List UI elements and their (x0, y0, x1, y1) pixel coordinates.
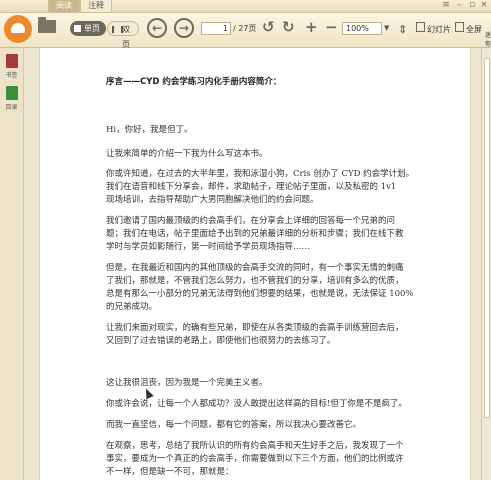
tab-annotate[interactable]: 注释 (80, 0, 112, 13)
close-icon[interactable]: × (478, 0, 490, 11)
paragraph-line: 在观察，思考，总结了我所认识的所有约会高手和天生好手之后，我发现了一个 (106, 441, 404, 451)
fit-page-icon[interactable]: ⇕ (398, 22, 407, 37)
double-page-icon (112, 26, 123, 33)
toc-icon (5, 86, 18, 100)
mini-window-button[interactable]: 迷你 (485, 30, 491, 48)
paragraph-line: 题；我们在电话，帖子里面给予出到的兄弟最详细的分析和步骤；我们在线下教 (106, 229, 404, 239)
zoom-out-icon[interactable]: − (325, 20, 338, 35)
menu-icon[interactable]: ≡ (440, 0, 452, 11)
paragraph-line: 而我一直坚信，每一个问题，都有它的答案，所以我决心要改善它。 (106, 420, 362, 430)
single-page-label: 单页 (84, 24, 100, 33)
title-bar: 阅读 注释 ≡ – ▫ × (0, 0, 491, 13)
fullscreen-icon (455, 22, 464, 32)
zoom-in-icon[interactable]: + (305, 20, 318, 35)
document-page: 序言——CYD 约会学练习内化手册内容简介： Hi，你好，我是但丁。 让我来简单… (39, 48, 471, 480)
single-page-icon (74, 25, 81, 32)
paragraph-line: 又回到了过去错误的老路上，即使他们也很努力的去练习了。 (106, 336, 336, 346)
paragraph-line: 让我来简单的介绍一下我为什么写这本书。 (106, 149, 268, 159)
sidebar: 书签 目录 (0, 48, 24, 480)
paragraph-line: 现场培训，去指导帮助广大男同胞解决他们的约会问题。 (106, 195, 319, 205)
paragraph-line: 但是，在我最近和国内的其他顶级的会高手交流的同时，有一个事实无情的刺痛 (106, 263, 404, 273)
arrow-right-icon: → (178, 21, 190, 35)
rotate-left-icon[interactable]: ↺ (262, 20, 275, 35)
paragraph-line: 学时与学员如影随行，第一时间给予学员现场指导…… (106, 242, 311, 252)
page-number-input[interactable]: 1 (201, 22, 231, 35)
scrollbar-thumb[interactable] (484, 58, 490, 418)
sidebar-item-bookmark[interactable]: 书签 (3, 54, 20, 79)
paragraph-line: 总是有那么一小部分的兄弟无法得到他们想要的结果，也就是说，无法保证 100% (106, 289, 414, 299)
paragraph-line: 我们在语音和线下分享会，邮件，求助帖子，理论帖子里面，以及私密的 1v1 (106, 182, 397, 192)
single-page-button[interactable]: 单页 (70, 21, 106, 36)
paragraph-line: 了我们，那就是，不管我们怎么努力，也不管我们的分享，培训有多么的优质， (106, 276, 404, 286)
page-title: 序言——CYD 约会学练习内化手册内容简介： (106, 77, 282, 87)
sidebar-item-label: 目录 (5, 104, 18, 111)
sidebar-item-toc[interactable]: 目录 (3, 86, 20, 111)
minimize-icon[interactable]: – (453, 0, 465, 11)
document-viewport[interactable]: 序言——CYD 约会学练习内化手册内容简介： Hi，你好，我是但丁。 让我来简单… (24, 48, 480, 480)
open-folder-icon[interactable] (38, 17, 56, 33)
rotate-right-icon[interactable]: ↻ (282, 20, 295, 35)
arrow-left-icon: ← (151, 21, 163, 35)
bookmark-icon (5, 54, 18, 68)
paragraph-line: 让我们来面对现实，的确有些兄弟，即使在从各类顶级的会高手训练营回去后， (106, 323, 404, 333)
fullscreen-button[interactable]: 全屏 (466, 24, 482, 35)
app-logo-icon[interactable] (4, 15, 32, 43)
maximize-icon[interactable]: ▫ (466, 0, 478, 11)
total-pages-label: / 27页 (233, 24, 257, 33)
paragraph-line: Hi，你好，我是但丁。 (106, 125, 193, 135)
next-page-button[interactable]: → (174, 18, 194, 38)
paragraph-line: 不一样，但是缺一不可，那就是： (106, 467, 234, 477)
slideshow-button[interactable]: 幻灯片 (427, 24, 451, 35)
paragraph-line: 你或许会说，让每一个人都成功？没人敢提出这样高的目标!但丁你是不是疯了。 (106, 399, 407, 409)
slideshow-icon (416, 22, 425, 32)
paragraph-line: 这让我很沮丧，因为我是一个完美主义者。 (106, 378, 268, 388)
paragraph-line: 我们邀请了国内最顶级的约会高手们，在分享会上详细的回答每一个兄弟的问 (106, 216, 396, 226)
paragraph-line: 的兄弟成功。 (106, 302, 158, 312)
double-page-button[interactable]: 双页 (107, 21, 139, 49)
zoom-select[interactable]: 100% (342, 22, 382, 35)
chevron-down-icon[interactable]: ▼ (384, 22, 394, 35)
sidebar-item-label: 书签 (5, 72, 18, 79)
paragraph-line: 事实，要成为一个真正的约会高手，你需要做到以下三个方面，他们的比例或许 (106, 454, 404, 464)
tab-read[interactable]: 阅读 (48, 0, 80, 13)
vertical-scrollbar[interactable] (481, 48, 491, 480)
paragraph-line: 你或许知道，在过去的大半年里，我和泳湿小狗，Cris 创办了 CYD 约会学计划… (106, 169, 415, 179)
prev-page-button[interactable]: ← (147, 18, 167, 38)
